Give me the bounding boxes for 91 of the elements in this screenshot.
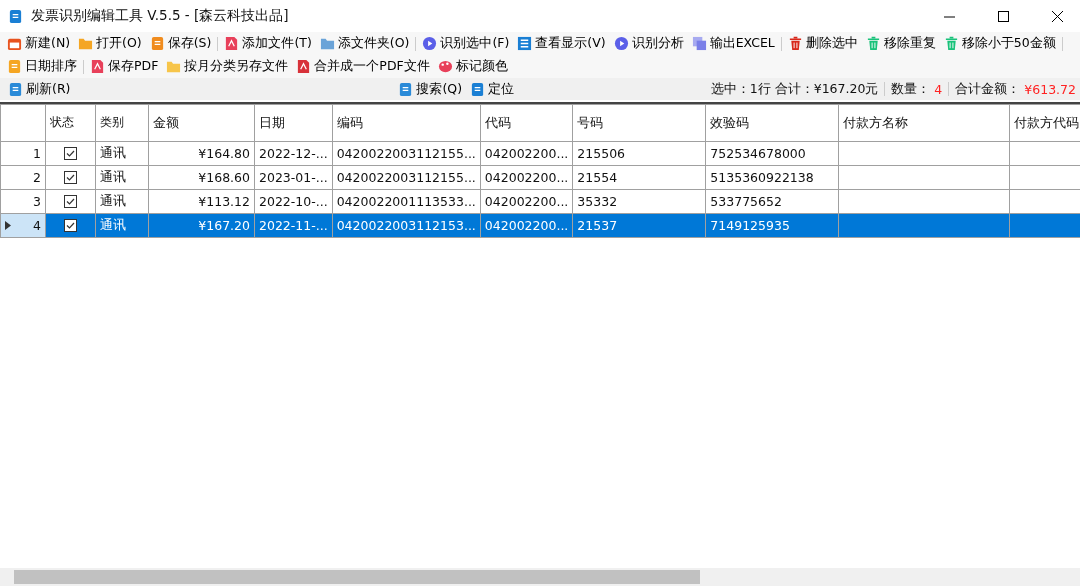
toolbar-button[interactable]: 查看显示(V) [513, 32, 610, 55]
toolbar-button[interactable]: 移除重复 [861, 32, 940, 55]
table-cell: 0420022001113533... [332, 189, 481, 214]
trash-icon [865, 36, 881, 51]
trash-icon [787, 36, 803, 51]
table-cell: ¥168.60 [148, 165, 255, 190]
toolbar-button[interactable]: 保存PDF [86, 55, 163, 78]
horizontal-scrollbar[interactable] [0, 568, 1080, 586]
toolbar-button[interactable]: 添文件夹(O) [315, 32, 414, 55]
table-cell: 通讯 [95, 189, 149, 214]
table-cell: 2022-10-... [254, 189, 333, 214]
table-cell: 通讯 [95, 141, 149, 166]
table-cell: 0420022003112155... [332, 141, 481, 166]
table-cell: 0420022003112155... [332, 165, 481, 190]
checkbox[interactable] [64, 171, 77, 184]
checkbox[interactable] [64, 219, 77, 232]
table-cell: 5135360922138 [705, 165, 839, 190]
total-label: 合计金额： [955, 80, 1021, 98]
row-header[interactable]: 4 [0, 213, 46, 238]
list-icon [517, 36, 533, 51]
table-cell: ¥113.12 [148, 189, 255, 214]
toolbar-button[interactable]: 新建(N) [3, 32, 75, 55]
total-value: ¥613.72 [1024, 81, 1076, 97]
close-icon [1051, 10, 1063, 22]
palette-icon [437, 59, 453, 74]
play-icon [613, 36, 629, 51]
column-header[interactable]: 编码 [332, 104, 481, 142]
toolbar-button[interactable]: 移除小于50金额 [939, 32, 1060, 55]
toolbar-button[interactable]: 打开(O) [74, 32, 146, 55]
app-icon [8, 8, 23, 24]
row-header[interactable]: 1 [0, 141, 46, 166]
table-cell: 042002200... [480, 165, 573, 190]
table-cell: 2022-12-... [254, 141, 333, 166]
window-title: 发票识别编辑工具 V.5.5 - [森云科技出品] [31, 7, 290, 25]
table-cell: 7149125935 [705, 213, 839, 238]
column-header[interactable]: 付款方代码 [1009, 104, 1080, 142]
table-cell: 042002200... [480, 213, 573, 238]
toolbar-button[interactable]: 添加文件(T) [220, 32, 316, 55]
current-row-icon [5, 221, 11, 230]
note-icon [7, 59, 22, 74]
column-header[interactable]: 金额 [148, 104, 255, 142]
calendar-icon [7, 36, 22, 51]
toolbar-button[interactable]: 按月分类另存文件 [162, 55, 293, 78]
row-header[interactable]: 2 [0, 165, 46, 190]
toolbar-button[interactable]: 保存(S) [145, 32, 216, 55]
trash-icon [943, 36, 959, 51]
toolbar-button[interactable]: 标记颜色 [433, 55, 512, 78]
toolbar-button[interactable]: 识别分析 [609, 32, 688, 55]
locate-button[interactable]: 定位 [466, 78, 519, 100]
play-icon [422, 36, 438, 51]
table-cell: 35332 [572, 189, 706, 214]
table-cell: 0420022003112153... [332, 213, 481, 238]
selection-summary: 选中：1行 合计：¥167.20元 [710, 80, 879, 98]
toolbar-button[interactable]: 识别选中(F) [418, 32, 514, 55]
toolbar-button[interactable]: 删除选中 [783, 32, 862, 55]
toolbar-button[interactable]: 合并成一个PDF文件 [292, 55, 434, 78]
table-cell: ¥167.20 [148, 213, 255, 238]
column-header[interactable]: 代码 [480, 104, 573, 142]
table-cell: 042002200... [480, 189, 573, 214]
table-cell: ¥164.80 [148, 141, 255, 166]
folder-icon [166, 59, 182, 74]
toolbar-button[interactable]: 日期排序 [3, 55, 81, 78]
copy-icon [691, 36, 707, 51]
column-header[interactable]: 付款方名称 [838, 104, 1010, 142]
column-header[interactable]: 状态 [45, 104, 96, 142]
maximize-icon [997, 10, 1009, 22]
folder-icon [78, 36, 94, 51]
pdf-icon [224, 36, 240, 51]
table-cell: 2023-01-... [254, 165, 333, 190]
search-button[interactable]: 搜索(Q) [394, 78, 467, 100]
checkbox[interactable] [64, 147, 77, 160]
toolbar-button[interactable]: 输出EXCEL [687, 32, 779, 55]
pdf-icon [90, 59, 105, 74]
count-label: 数量： [891, 80, 931, 98]
row-header[interactable]: 3 [0, 189, 46, 214]
column-header[interactable]: 号码 [572, 104, 706, 142]
table-cell: 215506 [572, 141, 706, 166]
folder-icon [319, 36, 335, 51]
column-header[interactable]: 效验码 [705, 104, 839, 142]
column-header[interactable]: 类别 [95, 104, 149, 142]
checkbox[interactable] [64, 195, 77, 208]
table-cell: 21537 [572, 213, 706, 238]
refresh-button[interactable]: 刷新(R) [4, 78, 75, 100]
table-cell: 通讯 [95, 165, 149, 190]
table-cell: 21554 [572, 165, 706, 190]
pdf-icon [296, 59, 312, 74]
table-cell: 752534678000 [705, 141, 839, 166]
table-cell: 533775652 [705, 189, 839, 214]
column-header[interactable]: 日期 [254, 104, 333, 142]
count-value: 4 [934, 81, 943, 97]
table-cell: 042002200... [480, 141, 573, 166]
